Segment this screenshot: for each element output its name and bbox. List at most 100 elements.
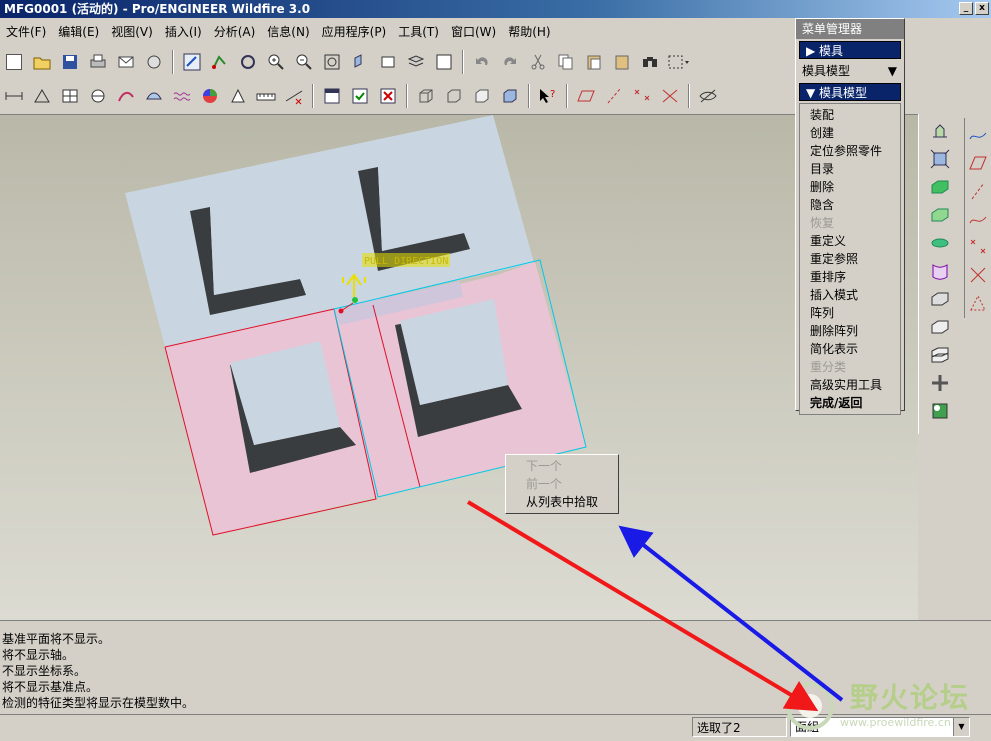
reorient-icon[interactable] [349, 51, 371, 73]
workpiece-icon[interactable] [929, 176, 951, 198]
mm-item-advanced-utils[interactable]: 高级实用工具 [800, 376, 900, 394]
mm-item-resume[interactable]: 恢复 [800, 214, 900, 232]
menu-insert[interactable]: 插入(I) [159, 20, 208, 44]
parting-surface-icon[interactable] [929, 232, 951, 254]
save-icon[interactable] [59, 51, 81, 73]
analysis-feature-icon[interactable] [967, 292, 989, 314]
menu-file[interactable]: 文件(F) [0, 20, 52, 44]
window-close-icon[interactable] [377, 85, 399, 107]
no-hidden-icon[interactable] [471, 85, 493, 107]
section-icon[interactable] [227, 85, 249, 107]
shading-icon[interactable] [499, 85, 521, 107]
menu-pick-from-list[interactable]: 从列表中拾取 [506, 493, 618, 511]
cavity-insert-icon[interactable] [929, 204, 951, 226]
refit-icon[interactable] [321, 51, 343, 73]
saved-views-icon[interactable] [377, 51, 399, 73]
datum-plane-toggle-icon[interactable] [575, 85, 597, 107]
mold-model-menu-header[interactable]: ▼ 模具模型 [799, 83, 901, 101]
layers-icon[interactable] [405, 51, 427, 73]
menu-edit[interactable]: 编辑(E) [52, 20, 105, 44]
draft-check-icon[interactable] [31, 85, 53, 107]
mm-item-create[interactable]: 创建 [800, 124, 900, 142]
close-button[interactable]: x [975, 2, 989, 15]
mold-layout-icon[interactable] [929, 400, 951, 422]
zoom-out-icon[interactable] [293, 51, 315, 73]
menu-next[interactable]: 下一个 [506, 457, 618, 475]
minimize-button[interactable]: _ [959, 2, 973, 15]
view-manager-icon[interactable] [433, 51, 455, 73]
datum-axis-icon[interactable] [967, 180, 989, 202]
mm-item-suppress[interactable]: 隐含 [800, 196, 900, 214]
copy-icon[interactable] [555, 51, 577, 73]
shrinkage-icon[interactable] [929, 148, 951, 170]
graphics-window[interactable]: PULL DIRECTION [0, 114, 918, 620]
send-link-icon[interactable] [143, 51, 165, 73]
wave-icon[interactable] [171, 85, 193, 107]
window-layout-icon[interactable] [321, 85, 343, 107]
select-box-icon[interactable] [667, 51, 689, 73]
volume-split-icon[interactable] [929, 260, 951, 282]
casting-icon[interactable] [929, 372, 951, 394]
extract-icon[interactable] [929, 316, 951, 338]
measure-icon[interactable] [3, 85, 25, 107]
mm-item-catalog[interactable]: 目录 [800, 160, 900, 178]
ruler-icon[interactable] [255, 85, 277, 107]
wireframe-icon[interactable] [415, 85, 437, 107]
mm-item-reorder[interactable]: 重排序 [800, 268, 900, 286]
annotation-toggle-icon[interactable] [697, 85, 719, 107]
x-axis-icon[interactable] [283, 85, 305, 107]
datum-point-toggle-icon[interactable] [631, 85, 653, 107]
mm-item-simplified-rep[interactable]: 简化表示 [800, 340, 900, 358]
menu-tools[interactable]: 工具(T) [392, 20, 445, 44]
regenerate-icon[interactable] [181, 51, 203, 73]
datum-curve-icon[interactable] [967, 208, 989, 230]
menu-window[interactable]: 窗口(W) [445, 20, 502, 44]
new-file-icon[interactable] [3, 51, 25, 73]
sketch-curve-icon[interactable] [967, 124, 989, 146]
mm-item-reroute[interactable]: 重定参照 [800, 250, 900, 268]
mm-item-delete-pattern[interactable]: 删除阵列 [800, 322, 900, 340]
datum-point-icon[interactable] [967, 236, 989, 258]
mm-item-insert-mode[interactable]: 插入模式 [800, 286, 900, 304]
menu-previous[interactable]: 前一个 [506, 475, 618, 493]
mm-item-pattern[interactable]: 阵列 [800, 304, 900, 322]
csys-toggle-icon[interactable] [659, 85, 681, 107]
open-folder-icon[interactable] [31, 51, 53, 73]
hidden-line-icon[interactable] [443, 85, 465, 107]
menu-applications[interactable]: 应用程序(P) [316, 20, 393, 44]
mm-item-locate-ref-part[interactable]: 定位参照零件 [800, 142, 900, 160]
mm-item-delete[interactable]: 删除 [800, 178, 900, 196]
menu-view[interactable]: 视图(V) [105, 20, 159, 44]
undo-icon[interactable] [471, 51, 493, 73]
find-icon[interactable] [639, 51, 661, 73]
mm-item-assemble[interactable]: 装配 [800, 106, 900, 124]
help-pointer-icon[interactable]: ? [537, 85, 559, 107]
menu-analysis[interactable]: 分析(A) [208, 20, 262, 44]
color-analysis-icon[interactable] [199, 85, 221, 107]
sketch-icon[interactable] [209, 51, 231, 73]
datum-plane-icon[interactable] [967, 152, 989, 174]
mold-opening-icon[interactable] [929, 344, 951, 366]
paste-special-icon[interactable] [611, 51, 633, 73]
mold-volume-icon[interactable] [929, 288, 951, 310]
csys-icon[interactable] [967, 264, 989, 286]
curvature-icon[interactable] [115, 85, 137, 107]
send-mail-icon[interactable] [115, 51, 137, 73]
model-view[interactable]: PULL DIRECTION [0, 115, 918, 620]
shade-icon[interactable] [143, 85, 165, 107]
mold-assemble-icon[interactable] [929, 120, 951, 142]
menu-info[interactable]: 信息(N) [261, 20, 315, 44]
mold-model-dropdown[interactable]: 模具模型 ▼ [799, 61, 901, 81]
window-check-icon[interactable] [349, 85, 371, 107]
redo-icon[interactable] [499, 51, 521, 73]
print-icon[interactable] [87, 51, 109, 73]
mold-menu-header[interactable]: ▶ 模具 [799, 41, 901, 59]
mm-item-done-return[interactable]: 完成/返回 [800, 394, 900, 412]
datum-axis-toggle-icon[interactable] [603, 85, 625, 107]
mm-item-reclassify[interactable]: 重分类 [800, 358, 900, 376]
mm-item-redefine[interactable]: 重定义 [800, 232, 900, 250]
paste-icon[interactable] [583, 51, 605, 73]
search-tool-icon[interactable] [237, 51, 259, 73]
zoom-in-icon[interactable] [265, 51, 287, 73]
projected-area-icon[interactable] [87, 85, 109, 107]
